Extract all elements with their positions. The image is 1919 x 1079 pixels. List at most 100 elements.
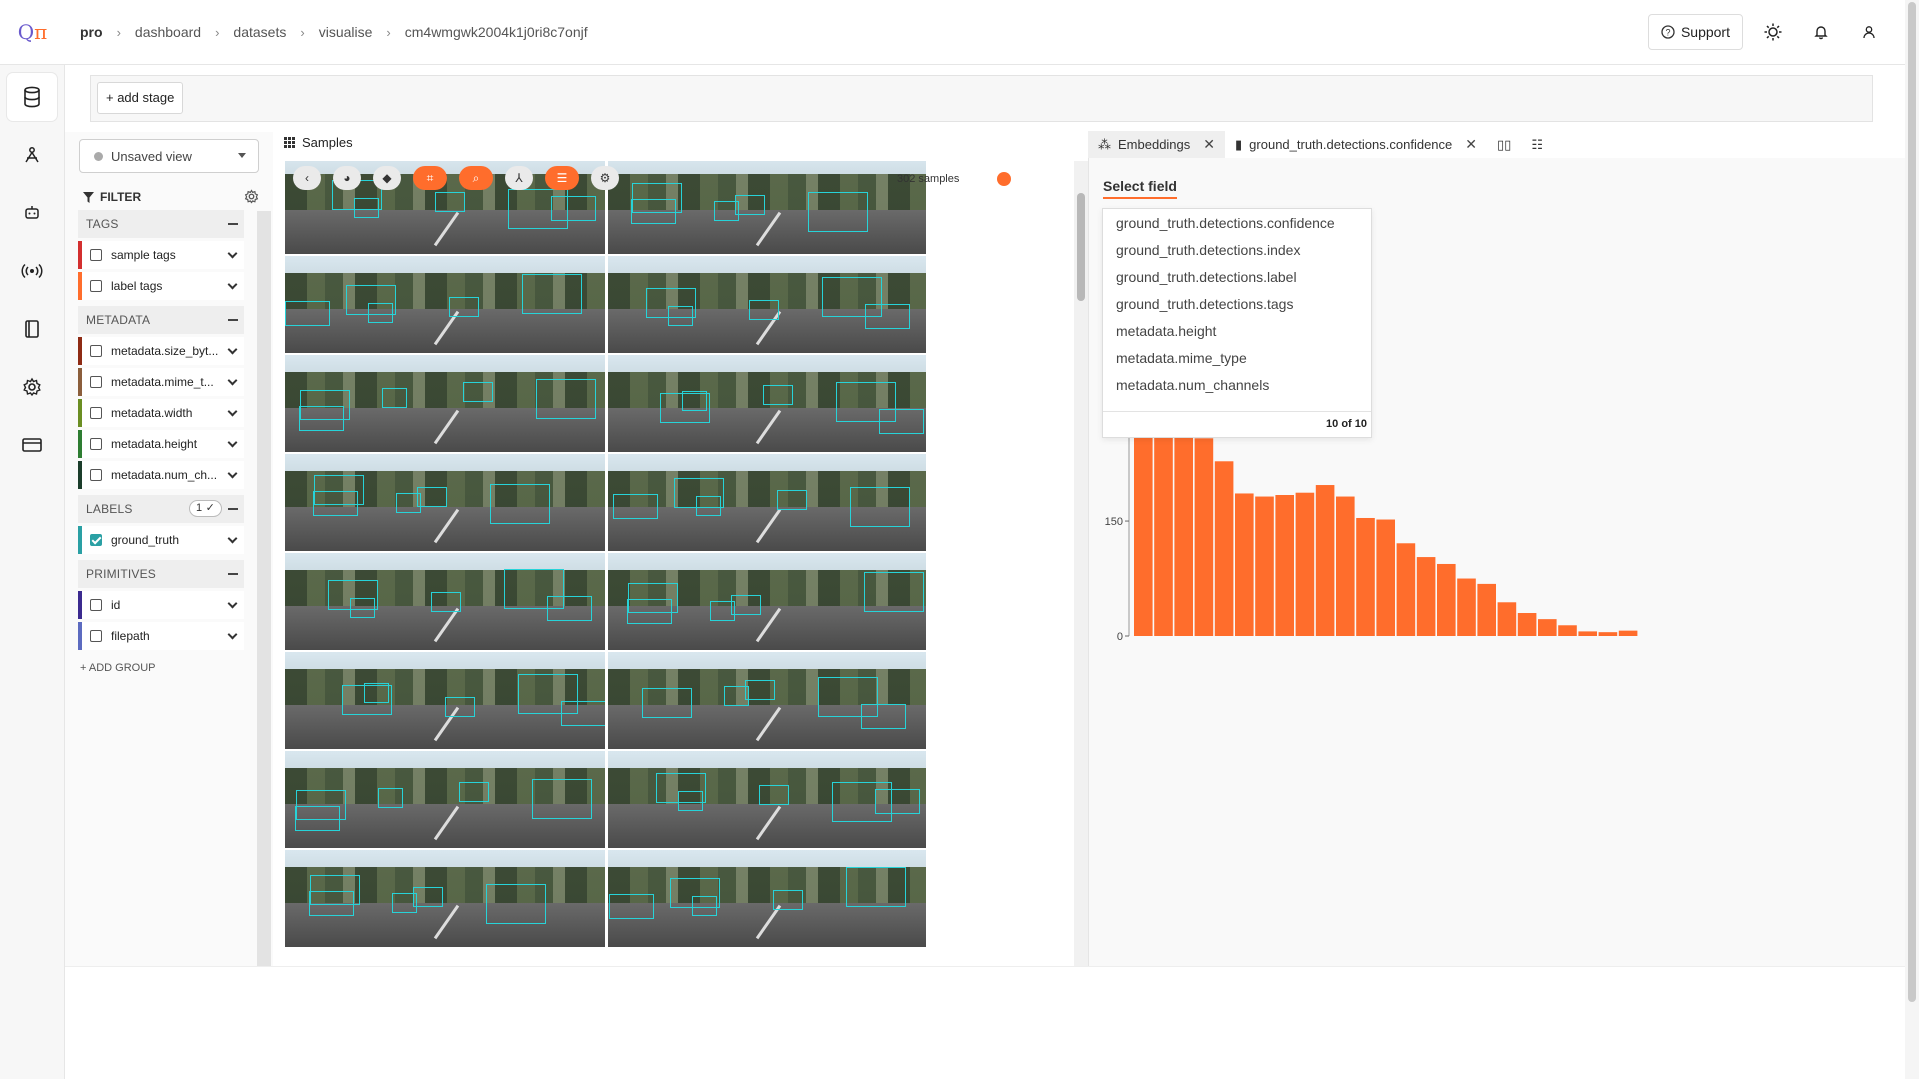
collapse-icon[interactable] bbox=[228, 573, 238, 575]
histogram-bar[interactable] bbox=[1517, 613, 1537, 636]
field-checkbox-checked[interactable] bbox=[90, 534, 102, 546]
close-icon[interactable]: ✕ bbox=[1203, 136, 1215, 153]
filter-item-metadata-size-bytes[interactable]: metadata.size_byt... bbox=[78, 337, 244, 365]
histogram-bar[interactable] bbox=[1194, 438, 1214, 636]
filter-item-label-tags[interactable]: label tags bbox=[78, 272, 244, 300]
filter-item-metadata-mime-type[interactable]: metadata.mime_t... bbox=[78, 368, 244, 396]
histogram-bar[interactable] bbox=[1497, 602, 1517, 636]
close-icon[interactable]: ✕ bbox=[1465, 136, 1477, 153]
add-stage-button[interactable]: + add stage bbox=[97, 82, 184, 114]
split-vertical-button[interactable]: ☷ bbox=[1521, 131, 1553, 158]
sort-list-button[interactable]: ☰ bbox=[545, 166, 579, 190]
collapse-icon[interactable] bbox=[228, 223, 238, 225]
nav-models[interactable] bbox=[7, 189, 57, 237]
filter-item-metadata-height[interactable]: metadata.height bbox=[78, 430, 244, 458]
patches-button[interactable]: ⅄ bbox=[505, 166, 533, 190]
theme-toggle-button[interactable] bbox=[1755, 14, 1791, 50]
group-header-labels[interactable]: LABELS 1 ✓ bbox=[78, 495, 244, 523]
group-header-primitives[interactable]: PRIMITIVES bbox=[78, 560, 244, 588]
chevron-down-icon[interactable] bbox=[227, 248, 238, 259]
zoom-slider[interactable] bbox=[997, 172, 1011, 186]
collapse-icon[interactable] bbox=[228, 319, 238, 321]
breadcrumb-visualise[interactable]: visualise bbox=[319, 24, 373, 40]
app-logo[interactable]: Qπ bbox=[0, 20, 65, 44]
chevron-down-icon[interactable] bbox=[227, 344, 238, 355]
breadcrumb-datasets[interactable]: datasets bbox=[233, 24, 286, 40]
histogram-bar[interactable] bbox=[1558, 625, 1577, 636]
field-checkbox[interactable] bbox=[90, 599, 102, 611]
group-header-metadata[interactable]: METADATA bbox=[78, 306, 244, 334]
chevron-down-icon[interactable] bbox=[227, 279, 238, 290]
nav-settings[interactable] bbox=[7, 363, 57, 411]
histogram-bar[interactable] bbox=[1154, 429, 1173, 636]
chevron-down-icon[interactable] bbox=[227, 629, 238, 640]
sample-thumbnail[interactable] bbox=[285, 652, 605, 749]
field-checkbox[interactable] bbox=[90, 345, 102, 357]
sample-thumbnail[interactable] bbox=[608, 256, 926, 353]
histogram-bar[interactable] bbox=[1336, 496, 1355, 636]
nav-annotate[interactable] bbox=[7, 131, 57, 179]
chevron-down-icon[interactable] bbox=[227, 533, 238, 544]
field-checkbox[interactable] bbox=[90, 280, 102, 292]
sample-thumbnail[interactable] bbox=[608, 553, 926, 650]
sample-thumbnail[interactable] bbox=[285, 751, 605, 848]
sample-thumbnail[interactable] bbox=[608, 751, 926, 848]
histogram-bar[interactable] bbox=[1457, 578, 1476, 636]
histogram-bar[interactable] bbox=[1598, 632, 1618, 636]
field-option[interactable]: metadata.height bbox=[1103, 317, 1371, 344]
grid-settings-button[interactable]: ⚙ bbox=[591, 166, 619, 190]
histogram-bar[interactable] bbox=[1295, 492, 1315, 636]
histogram-bar[interactable] bbox=[1376, 519, 1395, 636]
histogram-bar[interactable] bbox=[1618, 630, 1638, 636]
chevron-down-icon[interactable] bbox=[227, 437, 238, 448]
breadcrumb-dashboard[interactable]: dashboard bbox=[135, 24, 201, 40]
histogram-bar[interactable] bbox=[1315, 485, 1335, 636]
scroll-thumb[interactable] bbox=[1908, 2, 1916, 1002]
histogram-bar[interactable] bbox=[1538, 619, 1557, 636]
tab-histogram[interactable]: ▮ ground_truth.detections.confidence ✕ bbox=[1225, 131, 1487, 158]
split-horizontal-button[interactable]: ▯▯ bbox=[1487, 131, 1521, 158]
field-checkbox[interactable] bbox=[90, 376, 102, 388]
sample-thumbnail[interactable] bbox=[285, 355, 605, 452]
histogram-bar[interactable] bbox=[1275, 495, 1294, 636]
histogram-bar[interactable] bbox=[1174, 425, 1193, 636]
sample-thumbnail[interactable] bbox=[608, 161, 926, 254]
histogram-bar[interactable] bbox=[1437, 563, 1456, 636]
histogram-bar[interactable] bbox=[1396, 543, 1416, 636]
filter-item-ground-truth[interactable]: ground_truth bbox=[78, 526, 244, 554]
tag-button[interactable]: ◆ bbox=[373, 166, 401, 190]
sample-thumbnail[interactable] bbox=[285, 454, 605, 551]
sample-thumbnail[interactable] bbox=[608, 652, 926, 749]
search-button[interactable]: ⌕ bbox=[459, 166, 493, 190]
histogram-bar[interactable] bbox=[1477, 583, 1496, 636]
chevron-down-icon[interactable] bbox=[227, 406, 238, 417]
field-checkbox[interactable] bbox=[90, 469, 102, 481]
field-option[interactable]: ground_truth.detections.label bbox=[1103, 263, 1371, 290]
histogram-bar[interactable] bbox=[1235, 493, 1254, 636]
selected-count-badge[interactable]: 1 ✓ bbox=[189, 500, 222, 517]
field-option[interactable]: ground_truth.detections.confidence bbox=[1103, 209, 1371, 236]
user-account-button[interactable] bbox=[1851, 14, 1887, 50]
color-scheme-button[interactable]: ◕ bbox=[333, 166, 361, 190]
selection-mode-button[interactable]: ⌗ bbox=[413, 166, 447, 190]
field-option[interactable]: ground_truth.detections.tags bbox=[1103, 290, 1371, 317]
filter-item-filepath[interactable]: filepath bbox=[78, 622, 244, 650]
sample-thumbnail[interactable] bbox=[608, 850, 926, 947]
chevron-down-icon[interactable] bbox=[227, 468, 238, 479]
scroll-thumb[interactable] bbox=[1077, 193, 1085, 301]
collapse-icon[interactable] bbox=[228, 508, 238, 510]
nav-streaming[interactable] bbox=[7, 247, 57, 295]
histogram-bar[interactable] bbox=[1356, 517, 1375, 636]
filter-item-metadata-width[interactable]: metadata.width bbox=[78, 399, 244, 427]
filter-settings-gear-icon[interactable] bbox=[244, 189, 259, 204]
breadcrumb-pro[interactable]: pro bbox=[80, 24, 103, 40]
tab-samples[interactable]: Samples bbox=[284, 135, 353, 150]
sample-thumbnail[interactable] bbox=[285, 553, 605, 650]
field-option[interactable]: metadata.mime_type bbox=[1103, 344, 1371, 371]
nav-datasets[interactable] bbox=[7, 73, 57, 121]
histogram-bar[interactable] bbox=[1214, 461, 1234, 636]
sample-thumbnail[interactable] bbox=[285, 256, 605, 353]
field-checkbox[interactable] bbox=[90, 407, 102, 419]
field-option[interactable]: metadata.num_channels bbox=[1103, 371, 1371, 398]
grid-scrollbar[interactable] bbox=[1074, 161, 1088, 966]
